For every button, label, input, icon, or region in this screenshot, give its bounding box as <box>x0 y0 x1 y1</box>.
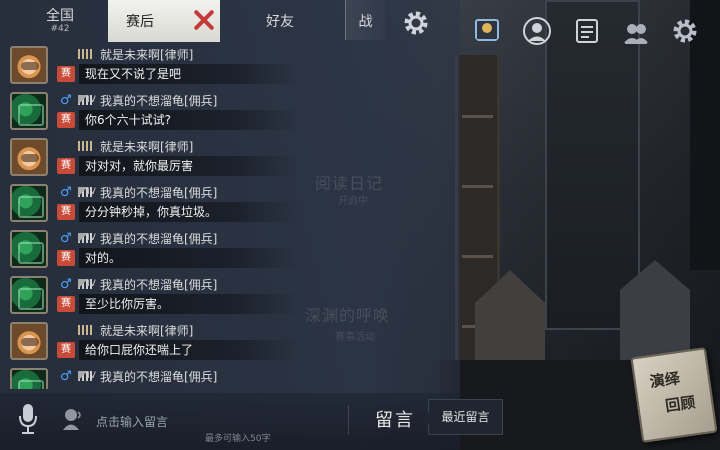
rank-badge-icon: IV <box>76 186 96 198</box>
notes-icon[interactable] <box>572 16 602 46</box>
tab-national-label: 全国 <box>46 8 74 24</box>
profile-icon[interactable] <box>522 16 552 46</box>
avatar[interactable] <box>10 46 48 84</box>
rank-badge-icon <box>76 48 96 60</box>
tab-friends[interactable]: 好友 <box>250 0 310 40</box>
input-divider <box>348 405 349 435</box>
match-tag: 赛 <box>57 204 75 220</box>
rank-badge-icon: IV <box>76 232 96 244</box>
replay-card-line1: 演绎 <box>648 369 681 392</box>
list-item[interactable]: ♂ IV 我真的不想溜龟[佣兵] 赛 分分钟秒掉，你真垃圾。 <box>0 182 445 228</box>
recent-messages-button[interactable]: 最近留言 <box>421 399 503 435</box>
leave-message-button[interactable]: 留言 <box>375 406 415 432</box>
male-gender-icon: ♂ <box>60 276 72 292</box>
sender-line: 就是未来啊[律师] <box>60 138 193 154</box>
sender-name: 我真的不想溜龟[佣兵] <box>100 231 218 246</box>
male-gender-icon: ♂ <box>60 230 72 246</box>
avatar[interactable] <box>10 322 48 360</box>
sender-line: ♂ IV 我真的不想溜龟[佣兵] <box>60 276 217 292</box>
avatar[interactable] <box>10 368 48 389</box>
match-tag: 赛 <box>57 296 75 312</box>
message-list: 就是未来啊[律师] 赛 现在又不说了是吧 ♂ IV 我真的不想溜龟[佣兵] 赛 … <box>0 44 445 389</box>
message-text: 分分钟秒掉，你真垃圾。 <box>79 202 299 222</box>
message-text: 至少比你厉害。 <box>79 294 299 314</box>
sender-line: ♂ IV 我真的不想溜龟[佣兵] <box>60 230 217 246</box>
rank-badge-icon: IV <box>76 278 96 290</box>
settings-gear-icon[interactable] <box>401 8 431 38</box>
message-text: 你6个六十试试? <box>79 110 299 130</box>
tab-national-count: #42 <box>50 24 70 34</box>
input-limit-hint: 最多可输入50字 <box>205 434 271 444</box>
match-tag: 赛 <box>57 112 75 128</box>
friends-icon[interactable] <box>621 18 651 48</box>
sender-name: 就是未来啊[律师] <box>100 139 194 154</box>
microphone-icon[interactable] <box>17 402 39 436</box>
avatar[interactable] <box>10 230 48 268</box>
deduction-replay-button[interactable]: 演绎 回顾 <box>630 347 718 443</box>
sender-line: ♂ IV 我真的不想溜龟[佣兵] <box>60 184 217 200</box>
rank-badge-icon <box>76 324 96 336</box>
message-text: 对的。 <box>79 248 299 268</box>
sender-line: ♂ IV 我真的不想溜龟[佣兵] <box>60 368 217 384</box>
tab-friends-label: 好友 <box>266 14 294 30</box>
sender-name: 我真的不想溜龟[佣兵] <box>100 93 218 108</box>
match-tag: 赛 <box>57 66 75 82</box>
badge-icon[interactable] <box>472 14 502 44</box>
list-item[interactable]: ♂ IV 我真的不想溜龟[佣兵] <box>0 366 445 389</box>
rank-badge-icon: IV <box>76 94 96 106</box>
sender-line: 就是未来啊[律师] <box>60 46 193 62</box>
male-gender-icon: ♂ <box>60 184 72 200</box>
sender-line: 就是未来啊[律师] <box>60 322 193 338</box>
tab-battle[interactable]: 战 <box>345 0 385 40</box>
list-item[interactable]: ♂ IV 我真的不想溜龟[佣兵] 赛 你6个六十试试? <box>0 90 445 136</box>
message-input[interactable]: 点击输入留言 <box>96 413 168 430</box>
message-text: 对对对，就你最厉害 <box>79 156 299 176</box>
avatar[interactable] <box>10 92 48 130</box>
male-gender-icon: ♂ <box>60 368 72 384</box>
sender-name: 我真的不想溜龟[佣兵] <box>100 185 218 200</box>
match-tag: 赛 <box>57 342 75 358</box>
list-item[interactable]: 就是未来啊[律师] 赛 给你口屁你还喘上了 <box>0 320 445 366</box>
rank-badge-icon <box>76 140 96 152</box>
tab-post-match-label: 赛后 <box>126 14 154 30</box>
message-text: 现在又不说了是吧 <box>79 64 299 84</box>
tab-battle-label: 战 <box>358 14 373 30</box>
message-text: 给你口屁你还喘上了 <box>79 340 299 360</box>
settings-icon[interactable] <box>670 16 700 46</box>
close-icon[interactable] <box>193 9 215 31</box>
sender-name: 就是未来啊[律师] <box>100 47 194 62</box>
list-item[interactable]: 就是未来啊[律师] 赛 对对对，就你最厉害 <box>0 136 445 182</box>
avatar[interactable] <box>10 276 48 314</box>
avatar[interactable] <box>10 184 48 222</box>
sender-name: 我真的不想溜龟[佣兵] <box>100 277 218 292</box>
sender-name: 就是未来啊[律师] <box>100 323 194 338</box>
scene-door <box>545 0 640 330</box>
tab-national[interactable]: 全国 #42 <box>30 0 90 40</box>
replay-card-line2: 回顾 <box>664 393 697 416</box>
list-item[interactable]: 就是未来啊[律师] 赛 现在又不说了是吧 <box>0 44 445 90</box>
sender-name: 我真的不想溜龟[佣兵] <box>100 369 218 384</box>
male-gender-icon: ♂ <box>60 92 72 108</box>
avatar[interactable] <box>10 138 48 176</box>
match-tag: 赛 <box>57 158 75 174</box>
voice-input-icon[interactable] <box>62 406 84 432</box>
sender-line: ♂ IV 我真的不想溜龟[佣兵] <box>60 92 217 108</box>
rank-badge-icon: IV <box>76 370 96 382</box>
match-tag: 赛 <box>57 250 75 266</box>
list-item[interactable]: ♂ IV 我真的不想溜龟[佣兵] 赛 对的。 <box>0 228 445 274</box>
list-item[interactable]: ♂ IV 我真的不想溜龟[佣兵] 赛 至少比你厉害。 <box>0 274 445 320</box>
chat-tabs: 全国 #42 赛后 好友 战 <box>0 0 385 42</box>
